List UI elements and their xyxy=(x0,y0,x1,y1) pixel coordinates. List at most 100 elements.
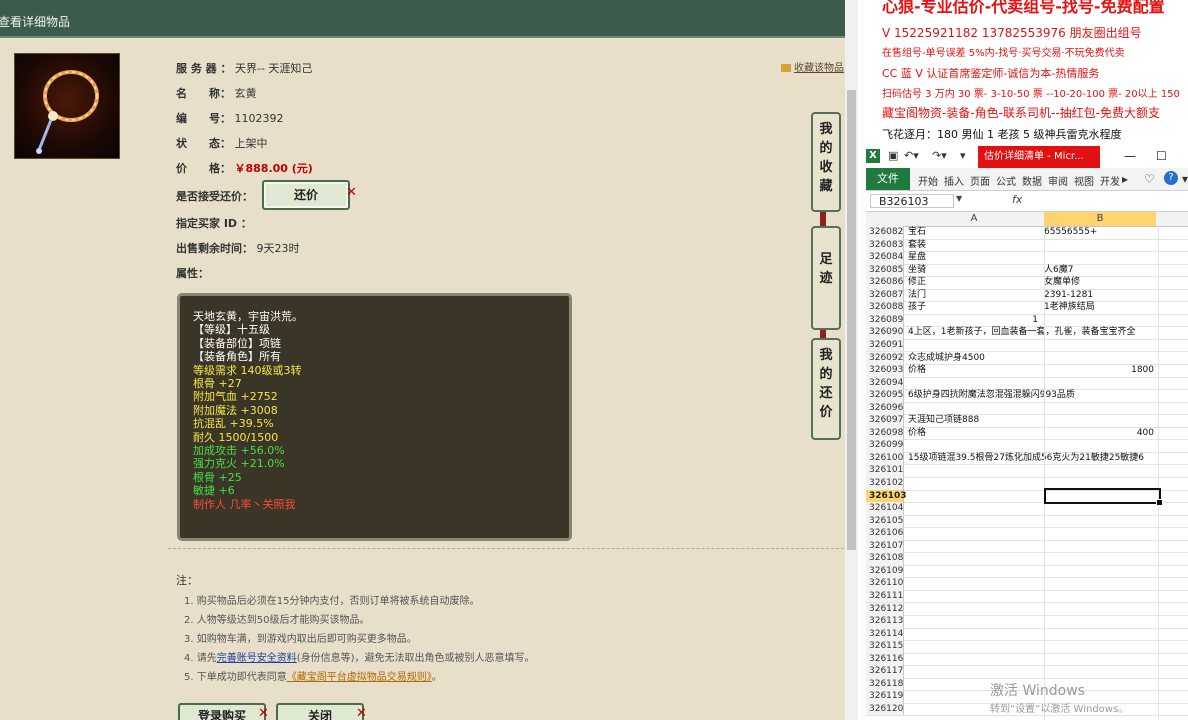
table-row[interactable]: 326097 天涯知己项链888 xyxy=(866,414,1188,428)
chevron-down-icon[interactable]: ▼ xyxy=(956,194,962,203)
bargain-button[interactable]: 还价 xyxy=(262,180,350,210)
row-header[interactable]: 326120 xyxy=(866,702,904,716)
table-row[interactable]: 326112 xyxy=(866,602,1188,616)
table-row[interactable]: 326108 xyxy=(866,552,1188,566)
cell-a[interactable]: 宝石 xyxy=(908,226,926,239)
tab-file[interactable]: 文件 xyxy=(866,168,910,190)
row-header[interactable]: 326113 xyxy=(866,615,904,628)
tab-data[interactable]: 数据 xyxy=(1022,173,1042,188)
ribbon-more-icon[interactable]: ▸ xyxy=(1122,172,1128,186)
undo-icon[interactable]: ↶▾ xyxy=(904,149,919,162)
column-header-b[interactable]: B xyxy=(1044,212,1156,226)
cell-b[interactable]: 400 xyxy=(1044,427,1154,440)
row-header[interactable]: 326096 xyxy=(866,401,904,415)
cell-b[interactable]: 65556555+ xyxy=(1044,226,1097,239)
row-header[interactable]: 326093 xyxy=(866,364,904,377)
table-row[interactable]: 326082 宝石 65556555+ xyxy=(866,226,1188,240)
table-row[interactable]: 326099 xyxy=(866,439,1188,453)
cell-a[interactable]: 15级项链混39.5根骨27炼化加成56克火为21敏捷25敏捷6 xyxy=(908,452,1144,465)
favorite-link[interactable]: 收藏该物品 xyxy=(781,59,844,74)
tab-my-favorites[interactable]: 我的收藏 xyxy=(811,112,841,212)
table-row[interactable]: 326084 星盘 xyxy=(866,251,1188,265)
row-header[interactable]: 326085 xyxy=(866,263,904,277)
tab-view[interactable]: 视图 xyxy=(1074,173,1094,188)
cell-a[interactable]: 孩子 xyxy=(908,301,926,314)
tab-insert[interactable]: 插入 xyxy=(944,173,964,188)
fill-handle[interactable] xyxy=(1156,499,1163,506)
column-header-a[interactable]: A xyxy=(906,213,1042,224)
tab-review[interactable]: 审阅 xyxy=(1048,173,1068,188)
row-header[interactable]: 326119 xyxy=(866,690,904,703)
row-header[interactable]: 326115 xyxy=(866,640,904,653)
table-row[interactable]: 326111 xyxy=(866,589,1188,604)
row-header[interactable]: 326082 xyxy=(866,226,904,239)
row-header[interactable]: 326110 xyxy=(866,577,904,590)
table-row[interactable]: 326091 xyxy=(866,338,1188,353)
table-row[interactable]: 326101 xyxy=(866,464,1188,478)
row-header[interactable]: 326107 xyxy=(866,539,904,553)
dropdown-icon[interactable]: ▾ xyxy=(1182,172,1188,186)
cell-a[interactable]: 价格 xyxy=(908,427,926,440)
scrollbar-thumb[interactable] xyxy=(847,90,856,550)
redo-icon[interactable]: ↷▾ xyxy=(932,149,947,162)
table-row[interactable]: 326094 xyxy=(866,376,1188,391)
table-row[interactable]: 326115 xyxy=(866,640,1188,654)
note-link[interactable]: 完善账号安全资料 xyxy=(217,653,297,664)
cell-a[interactable]: 1 xyxy=(908,314,1038,327)
customize-qat-icon[interactable]: ▾ xyxy=(960,149,966,162)
table-row[interactable]: 326090 4上区，1老新孩子，回血装备一套，孔雀，装备宝宝齐全 xyxy=(866,326,1188,340)
row-header[interactable]: 326117 xyxy=(866,665,904,678)
cell-b[interactable]: 2391-1281 xyxy=(1044,289,1093,302)
table-row[interactable]: 326110 xyxy=(866,577,1188,591)
cell-a[interactable]: 修正 xyxy=(908,276,926,289)
cell-a[interactable]: 法门 xyxy=(908,289,926,302)
row-header[interactable]: 326106 xyxy=(866,527,904,540)
table-row[interactable]: 326098 价格 400 xyxy=(866,426,1188,441)
help-icon[interactable]: ? xyxy=(1164,171,1178,185)
row-header[interactable]: 326094 xyxy=(866,376,904,390)
row-header[interactable]: 326116 xyxy=(866,652,904,666)
table-row[interactable]: 326106 xyxy=(866,527,1188,541)
cell-b[interactable]: 女魔单修 xyxy=(1044,276,1080,289)
row-header[interactable]: 326109 xyxy=(866,564,904,578)
table-row[interactable]: 326086 修正 女魔单修 xyxy=(866,276,1188,290)
cell-a[interactable]: 6级护身四抗附魔法忽混强混躲闪993品质 xyxy=(908,389,1075,402)
row-header[interactable]: 326095 xyxy=(866,389,904,402)
row-header[interactable]: 326103 xyxy=(866,489,907,503)
row-header[interactable]: 326097 xyxy=(866,414,904,427)
fx-icon[interactable]: fx xyxy=(1012,193,1022,206)
save-icon[interactable]: ▣ xyxy=(888,149,898,162)
page-scrollbar[interactable] xyxy=(845,0,858,720)
row-header[interactable]: 326098 xyxy=(866,426,904,440)
tab-my-bargains[interactable]: 我的还价 xyxy=(811,338,841,440)
table-row[interactable]: 326087 法门 2391-1281 xyxy=(866,288,1188,303)
row-header[interactable]: 326111 xyxy=(866,589,904,603)
login-buy-button[interactable]: 登录购买 xyxy=(178,703,266,720)
cell-a[interactable]: 天涯知己项链888 xyxy=(908,414,979,427)
row-header[interactable]: 326086 xyxy=(866,276,904,289)
table-row[interactable]: 326114 xyxy=(866,627,1188,642)
row-header[interactable]: 326084 xyxy=(866,251,904,264)
row-header[interactable]: 326104 xyxy=(866,502,904,515)
table-row[interactable]: 326107 xyxy=(866,539,1188,554)
tab-page[interactable]: 页面 xyxy=(970,173,990,188)
cell-a[interactable]: 众志成城护身4500 xyxy=(908,352,985,365)
table-row[interactable]: 326117 xyxy=(866,665,1188,679)
heart-icon[interactable]: ♡ xyxy=(1144,172,1155,186)
row-header[interactable]: 326112 xyxy=(866,602,904,615)
row-header[interactable]: 326102 xyxy=(866,477,904,490)
cell-a[interactable]: 4上区，1老新孩子，回血装备一套，孔雀，装备宝宝齐全 xyxy=(908,326,1135,339)
minimize-icon[interactable]: — xyxy=(1124,149,1136,163)
table-row[interactable]: 326105 xyxy=(866,514,1188,529)
tab-home[interactable]: 开始 xyxy=(918,173,938,188)
cell-b[interactable]: 1老神族结局 xyxy=(1044,301,1095,314)
table-row[interactable]: 326092 众志成城护身4500 xyxy=(866,351,1188,365)
tab-developer[interactable]: 开发 xyxy=(1100,173,1120,188)
selected-cell[interactable] xyxy=(1044,488,1163,506)
row-header[interactable]: 326083 xyxy=(866,238,904,252)
row-header[interactable]: 326088 xyxy=(866,301,904,314)
row-header[interactable]: 326090 xyxy=(866,326,904,339)
row-header[interactable]: 326100 xyxy=(866,451,904,465)
table-row[interactable]: 326095 6级护身四抗附魔法忽混强混躲闪993品质 xyxy=(866,389,1188,403)
name-box[interactable]: B326103 xyxy=(870,194,954,208)
